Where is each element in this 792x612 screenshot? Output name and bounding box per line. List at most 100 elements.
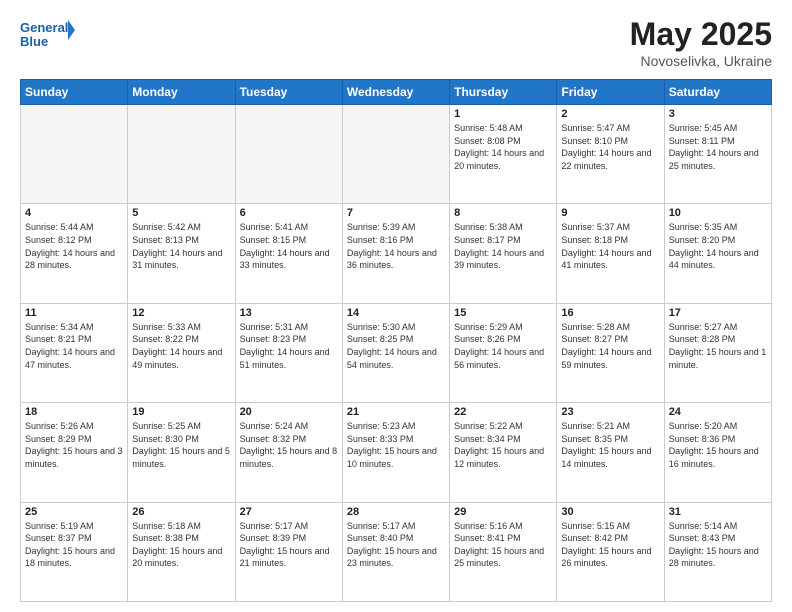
- day-number: 24: [669, 406, 767, 418]
- day-number: 18: [25, 406, 123, 418]
- logo: General Blue: [20, 16, 75, 56]
- calendar-cell: 31 Sunrise: 5:14 AM Sunset: 8:43 PM Dayl…: [664, 502, 771, 601]
- daylight-label: Daylight: 14 hours and 47 minutes.: [25, 347, 115, 370]
- daylight-label: Daylight: 14 hours and 20 minutes.: [454, 148, 544, 171]
- daylight-label: Daylight: 15 hours and 18 minutes.: [25, 546, 115, 569]
- sunrise-label: Sunrise: 5:33 AM: [132, 322, 201, 332]
- day-info: Sunrise: 5:19 AM Sunset: 8:37 PM Dayligh…: [25, 520, 123, 570]
- daylight-label: Daylight: 15 hours and 20 minutes.: [132, 546, 222, 569]
- day-info: Sunrise: 5:17 AM Sunset: 8:40 PM Dayligh…: [347, 520, 445, 570]
- day-number: 20: [240, 406, 338, 418]
- sunset-label: Sunset: 8:21 PM: [25, 334, 92, 344]
- sunset-label: Sunset: 8:36 PM: [669, 434, 736, 444]
- sunrise-label: Sunrise: 5:19 AM: [25, 521, 94, 531]
- day-number: 9: [561, 207, 659, 219]
- sunrise-label: Sunrise: 5:16 AM: [454, 521, 523, 531]
- calendar-cell: 18 Sunrise: 5:26 AM Sunset: 8:29 PM Dayl…: [21, 403, 128, 502]
- day-info: Sunrise: 5:17 AM Sunset: 8:39 PM Dayligh…: [240, 520, 338, 570]
- sunrise-label: Sunrise: 5:21 AM: [561, 421, 630, 431]
- daylight-label: Daylight: 14 hours and 22 minutes.: [561, 148, 651, 171]
- day-number: 8: [454, 207, 552, 219]
- day-info: Sunrise: 5:42 AM Sunset: 8:13 PM Dayligh…: [132, 221, 230, 271]
- sunrise-label: Sunrise: 5:35 AM: [669, 222, 738, 232]
- sunset-label: Sunset: 8:32 PM: [240, 434, 307, 444]
- calendar-cell: 15 Sunrise: 5:29 AM Sunset: 8:26 PM Dayl…: [450, 303, 557, 402]
- calendar-cell: 19 Sunrise: 5:25 AM Sunset: 8:30 PM Dayl…: [128, 403, 235, 502]
- svg-text:General: General: [20, 20, 68, 35]
- calendar-cell: 24 Sunrise: 5:20 AM Sunset: 8:36 PM Dayl…: [664, 403, 771, 502]
- day-info: Sunrise: 5:33 AM Sunset: 8:22 PM Dayligh…: [132, 321, 230, 371]
- day-info: Sunrise: 5:16 AM Sunset: 8:41 PM Dayligh…: [454, 520, 552, 570]
- day-info: Sunrise: 5:14 AM Sunset: 8:43 PM Dayligh…: [669, 520, 767, 570]
- day-number: 30: [561, 506, 659, 518]
- sunrise-label: Sunrise: 5:37 AM: [561, 222, 630, 232]
- sunset-label: Sunset: 8:35 PM: [561, 434, 628, 444]
- calendar-day-header-wednesday: Wednesday: [342, 80, 449, 105]
- day-number: 26: [132, 506, 230, 518]
- day-number: 19: [132, 406, 230, 418]
- calendar-cell: 23 Sunrise: 5:21 AM Sunset: 8:35 PM Dayl…: [557, 403, 664, 502]
- daylight-label: Daylight: 15 hours and 25 minutes.: [454, 546, 544, 569]
- daylight-label: Daylight: 14 hours and 54 minutes.: [347, 347, 437, 370]
- header: General Blue May 2025 Novoselivka, Ukrai…: [20, 16, 772, 69]
- sunrise-label: Sunrise: 5:26 AM: [25, 421, 94, 431]
- sunset-label: Sunset: 8:11 PM: [669, 136, 735, 146]
- calendar-cell: 7 Sunrise: 5:39 AM Sunset: 8:16 PM Dayli…: [342, 204, 449, 303]
- calendar-cell: [128, 105, 235, 204]
- daylight-label: Daylight: 14 hours and 59 minutes.: [561, 347, 651, 370]
- sunset-label: Sunset: 8:28 PM: [669, 334, 736, 344]
- day-number: 27: [240, 506, 338, 518]
- daylight-label: Daylight: 15 hours and 21 minutes.: [240, 546, 330, 569]
- sunrise-label: Sunrise: 5:22 AM: [454, 421, 523, 431]
- sunrise-label: Sunrise: 5:29 AM: [454, 322, 523, 332]
- calendar-day-header-thursday: Thursday: [450, 80, 557, 105]
- sunset-label: Sunset: 8:20 PM: [669, 235, 736, 245]
- calendar-cell: 30 Sunrise: 5:15 AM Sunset: 8:42 PM Dayl…: [557, 502, 664, 601]
- day-number: 28: [347, 506, 445, 518]
- calendar-day-header-saturday: Saturday: [664, 80, 771, 105]
- sunset-label: Sunset: 8:30 PM: [132, 434, 199, 444]
- daylight-label: Daylight: 15 hours and 8 minutes.: [240, 446, 338, 469]
- sunset-label: Sunset: 8:13 PM: [132, 235, 199, 245]
- sunset-label: Sunset: 8:15 PM: [240, 235, 307, 245]
- logo-svg: General Blue: [20, 16, 75, 56]
- sunset-label: Sunset: 8:39 PM: [240, 533, 307, 543]
- day-info: Sunrise: 5:15 AM Sunset: 8:42 PM Dayligh…: [561, 520, 659, 570]
- day-info: Sunrise: 5:48 AM Sunset: 8:08 PM Dayligh…: [454, 122, 552, 172]
- sunset-label: Sunset: 8:43 PM: [669, 533, 736, 543]
- calendar-week-row-2: 4 Sunrise: 5:44 AM Sunset: 8:12 PM Dayli…: [21, 204, 772, 303]
- calendar-week-row-5: 25 Sunrise: 5:19 AM Sunset: 8:37 PM Dayl…: [21, 502, 772, 601]
- day-info: Sunrise: 5:28 AM Sunset: 8:27 PM Dayligh…: [561, 321, 659, 371]
- day-info: Sunrise: 5:29 AM Sunset: 8:26 PM Dayligh…: [454, 321, 552, 371]
- day-info: Sunrise: 5:45 AM Sunset: 8:11 PM Dayligh…: [669, 122, 767, 172]
- daylight-label: Daylight: 14 hours and 44 minutes.: [669, 248, 759, 271]
- calendar-cell: 26 Sunrise: 5:18 AM Sunset: 8:38 PM Dayl…: [128, 502, 235, 601]
- day-number: 29: [454, 506, 552, 518]
- sunset-label: Sunset: 8:23 PM: [240, 334, 307, 344]
- month-title: May 2025: [630, 16, 772, 53]
- day-number: 12: [132, 307, 230, 319]
- calendar-table: SundayMondayTuesdayWednesdayThursdayFrid…: [20, 79, 772, 602]
- daylight-label: Daylight: 14 hours and 56 minutes.: [454, 347, 544, 370]
- calendar-day-header-tuesday: Tuesday: [235, 80, 342, 105]
- day-number: 3: [669, 108, 767, 120]
- day-number: 13: [240, 307, 338, 319]
- sunset-label: Sunset: 8:41 PM: [454, 533, 521, 543]
- sunset-label: Sunset: 8:34 PM: [454, 434, 521, 444]
- sunset-label: Sunset: 8:38 PM: [132, 533, 199, 543]
- sunset-label: Sunset: 8:29 PM: [25, 434, 92, 444]
- calendar-cell: 29 Sunrise: 5:16 AM Sunset: 8:41 PM Dayl…: [450, 502, 557, 601]
- calendar-cell: 6 Sunrise: 5:41 AM Sunset: 8:15 PM Dayli…: [235, 204, 342, 303]
- sunrise-label: Sunrise: 5:34 AM: [25, 322, 94, 332]
- day-info: Sunrise: 5:37 AM Sunset: 8:18 PM Dayligh…: [561, 221, 659, 271]
- day-info: Sunrise: 5:21 AM Sunset: 8:35 PM Dayligh…: [561, 420, 659, 470]
- day-number: 15: [454, 307, 552, 319]
- calendar-header-row: SundayMondayTuesdayWednesdayThursdayFrid…: [21, 80, 772, 105]
- calendar-cell: [342, 105, 449, 204]
- sunset-label: Sunset: 8:10 PM: [561, 136, 628, 146]
- day-info: Sunrise: 5:18 AM Sunset: 8:38 PM Dayligh…: [132, 520, 230, 570]
- sunrise-label: Sunrise: 5:23 AM: [347, 421, 416, 431]
- daylight-label: Daylight: 14 hours and 39 minutes.: [454, 248, 544, 271]
- sunrise-label: Sunrise: 5:41 AM: [240, 222, 309, 232]
- sunset-label: Sunset: 8:33 PM: [347, 434, 414, 444]
